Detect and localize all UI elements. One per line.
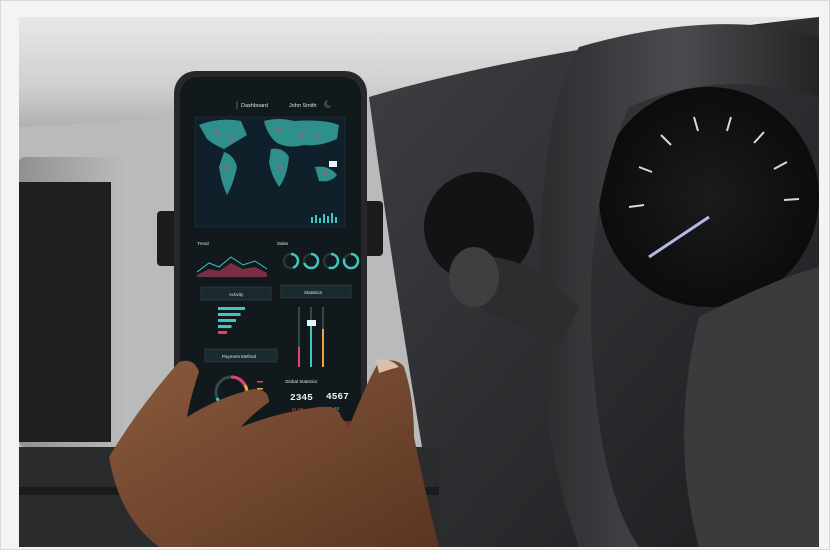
car-interior-photo: Dashboard John Smith Trend Sales Activit… (19, 17, 819, 547)
stat-value-right: 4567 (326, 391, 349, 402)
activity-bar (218, 331, 227, 334)
statistics-label: Statistics (304, 290, 323, 295)
speedometer-gauge (599, 87, 819, 307)
infotainment-screen (19, 182, 111, 442)
map-tooltip (329, 161, 337, 167)
activity-label: Activity (229, 292, 244, 297)
stalk-knob (449, 247, 499, 307)
image-frame: Dashboard John Smith Trend Sales Activit… (0, 0, 830, 550)
header-user-name[interactable]: John Smith (289, 103, 317, 109)
stat-value-left: 2345 (290, 392, 313, 403)
global-statistics-label: Global Statistics (285, 379, 318, 384)
header-nav-label[interactable]: Dashboard (241, 103, 268, 109)
activity-bar (218, 307, 245, 310)
activity-bar (218, 319, 236, 322)
trend-label: Trend (197, 241, 209, 246)
payment-method-label: Payment Method (222, 354, 257, 359)
activity-bar (218, 325, 232, 328)
sales-label: Sales (277, 241, 289, 246)
activity-bar (218, 313, 241, 316)
scene-svg: Dashboard John Smith Trend Sales Activit… (19, 17, 819, 547)
